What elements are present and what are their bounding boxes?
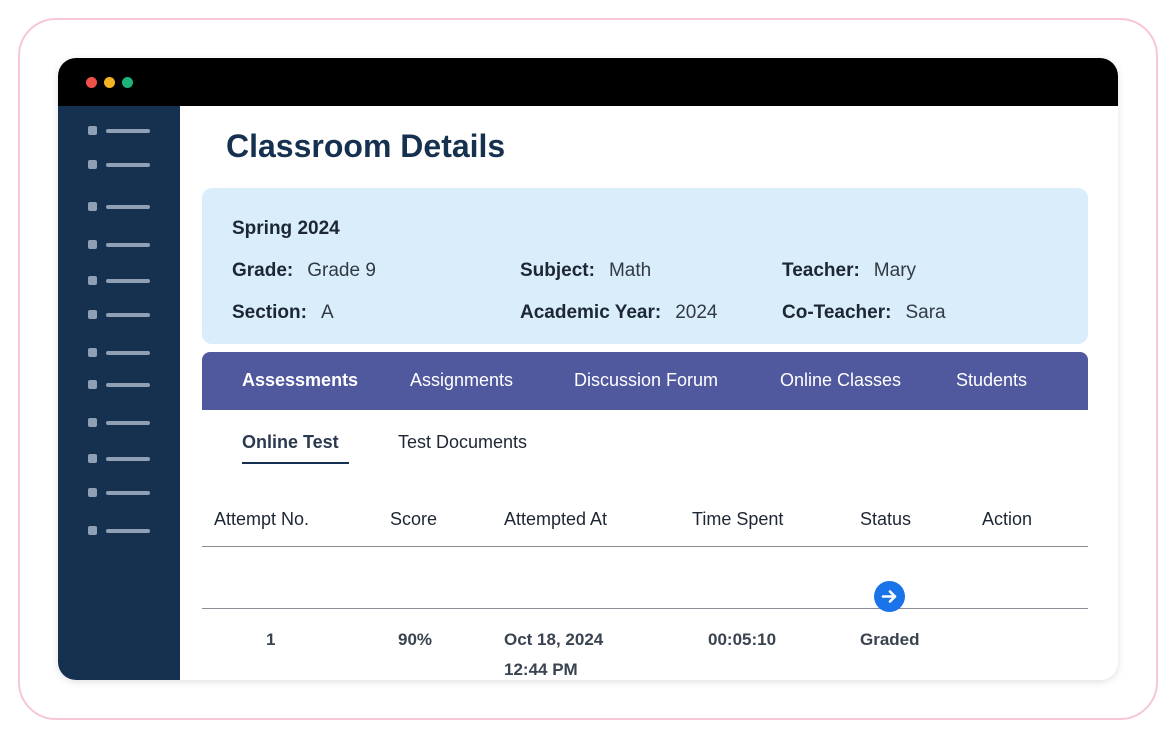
- subject-field: Subject: Math: [520, 260, 651, 282]
- column-header-score: Score: [390, 509, 438, 529]
- sidebar-item[interactable]: [88, 380, 158, 390]
- sidebar-item-icon: [88, 126, 97, 135]
- classroom-info-card: Spring 2024 Grade: Grade 9 Subject: Math T…: [202, 188, 1088, 344]
- sidebar-item-label-placeholder: [106, 205, 150, 209]
- app-window: Classroom Details Spring 2024 Grade: Grad…: [58, 58, 1118, 680]
- sidebar-item-icon: [88, 488, 97, 497]
- sidebar-item-label-placeholder: [106, 313, 150, 317]
- subject-label: Subject:: [520, 260, 595, 281]
- sidebar-item-label-placeholder: [106, 243, 150, 247]
- sidebar-item-icon: [88, 276, 97, 285]
- table-header-divider: [202, 608, 1088, 609]
- academic-year-value: 2024: [675, 302, 718, 323]
- sidebar-item-icon: [88, 160, 97, 169]
- sidebar-item-label-placeholder: [106, 383, 150, 387]
- page-title: Classroom Details: [226, 128, 506, 164]
- sidebar-item[interactable]: [88, 418, 158, 428]
- section-label: Section:: [232, 302, 307, 323]
- sidebar-item-label-placeholder: [106, 351, 150, 355]
- teacher-field: Teacher: Mary: [782, 260, 916, 282]
- tab-online-classes[interactable]: Online Classes: [780, 370, 901, 391]
- maximize-window-dot[interactable]: [122, 77, 133, 88]
- co-teacher-value: Sara: [905, 302, 946, 323]
- tab-assignments[interactable]: Assignments: [410, 370, 513, 391]
- sidebar-item-label-placeholder: [106, 421, 150, 425]
- main-tabs: Assessments Assignments Discussion Forum…: [202, 352, 1088, 410]
- sidebar-item-icon: [88, 526, 97, 535]
- column-header-action: Action: [982, 509, 1033, 529]
- window-titlebar: [58, 58, 1118, 106]
- column-header-attempted-at: Attempted At: [504, 509, 608, 529]
- sidebar-item[interactable]: [88, 160, 158, 170]
- sidebar-item[interactable]: [88, 454, 158, 464]
- grade-value: Grade 9: [307, 260, 376, 281]
- sidebar-item[interactable]: [88, 240, 158, 250]
- score-cell: 90%: [398, 630, 433, 649]
- main-content: Classroom Details Spring 2024 Grade: Grad…: [180, 106, 1118, 680]
- subtab-online-test[interactable]: Online Test: [242, 432, 339, 453]
- status-cell: Graded: [860, 630, 920, 649]
- sidebar-item-icon: [88, 310, 97, 319]
- column-header-status: Status: [860, 509, 912, 529]
- sidebar-item-icon: [88, 380, 97, 389]
- sidebar-item-label-placeholder: [106, 457, 150, 461]
- sidebar-item[interactable]: [88, 526, 158, 536]
- sidebar-item-icon: [88, 454, 97, 463]
- column-header-time-spent: Time Spent: [692, 509, 784, 529]
- grade-label: Grade:: [232, 260, 294, 281]
- sidebar-item-label-placeholder: [106, 129, 150, 133]
- sidebar-item-label-placeholder: [106, 491, 150, 495]
- attempted-date-cell: Oct 18, 2024: [504, 630, 604, 649]
- sidebar-item[interactable]: [88, 202, 158, 212]
- sidebar-item-label-placeholder: [106, 279, 150, 283]
- tab-assessments[interactable]: Assessments: [242, 370, 358, 391]
- co-teacher-label: Co-Teacher:: [782, 302, 892, 323]
- co-teacher-field: Co-Teacher: Sara: [782, 302, 946, 324]
- arrow-right-icon: [881, 590, 897, 603]
- time-spent-cell: 00:05:10: [708, 630, 777, 649]
- sidebar-item-label-placeholder: [106, 163, 150, 167]
- academic-year-label: Academic Year:: [520, 302, 662, 323]
- attempted-time-cell: 12:44 PM: [504, 660, 578, 679]
- sidebar-item[interactable]: [88, 310, 158, 320]
- subject-value: Math: [608, 260, 652, 281]
- section-field: Section: A: [232, 302, 334, 324]
- view-attempt-button[interactable]: [874, 581, 905, 612]
- sidebar-item-icon: [88, 202, 97, 211]
- column-header-attempt: Attempt No.: [214, 509, 310, 529]
- sidebar-item[interactable]: [88, 276, 158, 286]
- sidebar: [58, 106, 180, 680]
- sidebar-item[interactable]: [88, 126, 158, 136]
- close-window-dot[interactable]: [86, 77, 97, 88]
- sidebar-item[interactable]: [88, 488, 158, 498]
- academic-year-field: Academic Year: 2024: [520, 302, 717, 324]
- teacher-value: Mary: [873, 260, 917, 281]
- minimize-window-dot[interactable]: [104, 77, 115, 88]
- term-label: Spring 2024: [232, 218, 340, 239]
- tab-discussion-forum[interactable]: Discussion Forum: [574, 370, 718, 391]
- grade-field: Grade: Grade 9: [232, 260, 376, 282]
- subtab-test-documents[interactable]: Test Documents: [398, 432, 527, 453]
- teacher-label: Teacher:: [782, 260, 860, 281]
- sidebar-item-icon: [88, 418, 97, 427]
- active-subtab-indicator: [242, 462, 349, 464]
- sidebar-item-label-placeholder: [106, 529, 150, 533]
- sidebar-item[interactable]: [88, 348, 158, 358]
- sidebar-item-icon: [88, 240, 97, 249]
- attempt-cell: 1: [266, 630, 276, 649]
- tab-students[interactable]: Students: [956, 370, 1027, 391]
- sidebar-item-icon: [88, 348, 97, 357]
- section-value: A: [320, 302, 334, 323]
- table-top-divider: [202, 546, 1088, 547]
